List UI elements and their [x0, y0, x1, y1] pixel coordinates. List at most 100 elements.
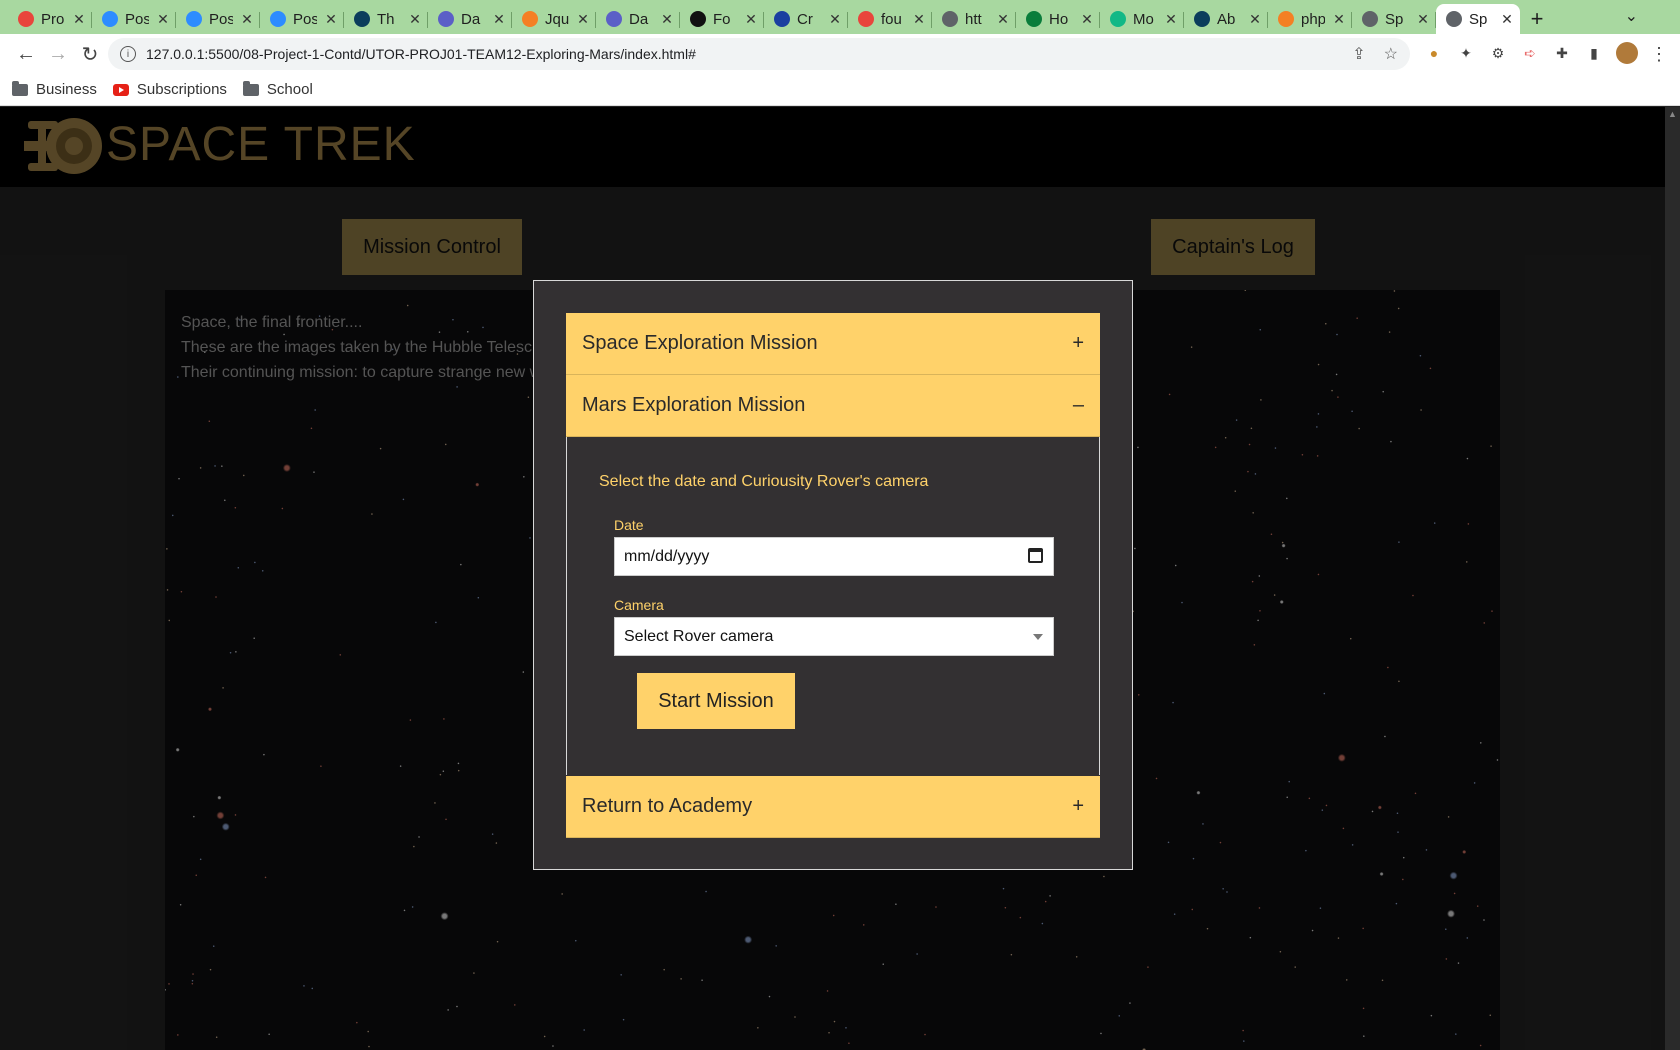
- camera-select[interactable]: Select Rover camera: [614, 617, 1054, 656]
- tab-search-chevron-icon[interactable]: ⌄: [1625, 6, 1638, 26]
- close-tab-icon[interactable]: ✕: [156, 11, 170, 28]
- start-mission-button[interactable]: Start Mission: [637, 673, 795, 729]
- accordion-header[interactable]: Mars Exploration Mission –: [566, 375, 1100, 437]
- bookmark-star-icon[interactable]: ☆: [1384, 44, 1398, 64]
- browser-tab[interactable]: Pos ✕: [260, 4, 344, 34]
- gnome-extension-icon[interactable]: ✦: [1456, 43, 1476, 63]
- date-label: Date: [614, 517, 644, 533]
- globe-icon: [606, 11, 622, 27]
- date-input[interactable]: mm/dd/yyyy: [614, 537, 1054, 576]
- arrow-extension-icon[interactable]: ➪: [1520, 43, 1540, 63]
- folder-icon: [12, 80, 28, 96]
- address-url[interactable]: 127.0.0.1:5500/08-Project-1-Contd/UTOR-P…: [146, 46, 696, 62]
- browser-menu-icon[interactable]: ⋮: [1650, 44, 1668, 65]
- close-tab-icon[interactable]: ✕: [1416, 11, 1430, 28]
- scroll-up-arrow-icon[interactable]: ▲: [1668, 109, 1677, 119]
- browser-tab[interactable]: Pos ✕: [92, 4, 176, 34]
- camera-selected-value: Select Rover camera: [624, 627, 774, 645]
- accordion-header[interactable]: Return to Academy +: [566, 776, 1100, 838]
- codepen-icon: [690, 11, 706, 27]
- f-icon: [1194, 11, 1210, 27]
- tab-title: Ho: [1049, 10, 1069, 28]
- close-tab-icon[interactable]: ✕: [1080, 11, 1094, 28]
- folder-icon: [242, 80, 259, 96]
- close-tab-icon[interactable]: ✕: [912, 11, 926, 28]
- leaf-icon: [1110, 11, 1126, 27]
- close-tab-icon[interactable]: ✕: [240, 11, 254, 28]
- close-tab-icon[interactable]: ✕: [576, 11, 590, 28]
- globe-icon: [438, 11, 454, 27]
- close-tab-icon[interactable]: ✕: [72, 11, 86, 28]
- cookie-extension-icon[interactable]: ●: [1424, 43, 1444, 63]
- bookmark-label: Business: [36, 81, 97, 98]
- close-tab-icon[interactable]: ✕: [1248, 11, 1262, 28]
- accordion-header[interactable]: Space Exploration Mission +: [566, 313, 1100, 375]
- browser-tab[interactable]: fou ✕: [848, 4, 932, 34]
- collapse-minus-icon[interactable]: –: [1073, 394, 1084, 417]
- browser-tab[interactable]: Sp ✕: [1352, 4, 1436, 34]
- calendar-icon[interactable]: [1028, 548, 1043, 563]
- close-tab-icon[interactable]: ✕: [1332, 11, 1346, 28]
- forward-arrow-icon[interactable]: →: [42, 38, 74, 70]
- tab-title: Da: [629, 10, 649, 28]
- close-tab-icon[interactable]: ✕: [1500, 11, 1514, 28]
- bookmark-label: Subscriptions: [136, 81, 227, 98]
- browser-tab[interactable]: Ho ✕: [1016, 4, 1100, 34]
- tab-title: Th: [377, 10, 395, 28]
- bookmark-school[interactable]: School: [242, 80, 313, 98]
- tab-title: Cr: [797, 10, 813, 28]
- close-tab-icon[interactable]: ✕: [744, 11, 758, 28]
- bookmark-business[interactable]: Business: [12, 80, 97, 98]
- browser-tab[interactable]: Jqu ✕: [512, 4, 596, 34]
- extensions-area: ● ✦ ⚙ ➪ ✚ ▮: [1424, 42, 1638, 64]
- close-tab-icon[interactable]: ✕: [996, 11, 1010, 28]
- page-viewport: SPACE TREK Mission Control Captain's Log…: [0, 107, 1680, 1050]
- browser-tab[interactable]: Mo ✕: [1100, 4, 1184, 34]
- browser-tab[interactable]: Cr ✕: [764, 4, 848, 34]
- zoom-icon: [186, 11, 202, 27]
- page-scrollbar[interactable]: ▲: [1665, 107, 1680, 1050]
- close-tab-icon[interactable]: ✕: [408, 11, 422, 28]
- browser-tab[interactable]: Ab ✕: [1184, 4, 1268, 34]
- close-tab-icon[interactable]: ✕: [828, 11, 842, 28]
- youtube-icon: [112, 83, 129, 96]
- accordion-space-exploration[interactable]: Space Exploration Mission +: [566, 313, 1100, 375]
- browser-tab[interactable]: htt ✕: [932, 4, 1016, 34]
- tab-title: Fo: [713, 10, 731, 28]
- tab-title: Ab: [1217, 10, 1236, 28]
- expand-plus-icon[interactable]: +: [1072, 795, 1084, 818]
- browser-tab[interactable]: Da ✕: [596, 4, 680, 34]
- accordion-return-to-academy[interactable]: Return to Academy +: [566, 776, 1100, 838]
- browser-tab[interactable]: Pos ✕: [176, 4, 260, 34]
- site-info-icon[interactable]: i: [120, 46, 136, 62]
- accordion-mars-exploration[interactable]: Mars Exploration Mission – Select the da…: [566, 375, 1100, 775]
- browser-tab[interactable]: Pro ✕: [8, 4, 92, 34]
- browser-tab[interactable]: Fo ✕: [680, 4, 764, 34]
- tab-title: Sp: [1385, 10, 1404, 28]
- browser-tab[interactable]: Sp ✕: [1436, 4, 1520, 34]
- profile-avatar[interactable]: [1616, 42, 1638, 64]
- accordion-title: Return to Academy: [582, 795, 753, 817]
- browser-tab[interactable]: Th ✕: [344, 4, 428, 34]
- share-icon[interactable]: ⇪: [1352, 44, 1365, 64]
- tab-title: php: [1301, 10, 1325, 28]
- back-arrow-icon[interactable]: ←: [10, 38, 42, 70]
- globe-icon: [942, 11, 958, 27]
- browser-tab[interactable]: php ✕: [1268, 4, 1352, 34]
- reload-icon[interactable]: ↻: [74, 38, 106, 70]
- close-tab-icon[interactable]: ✕: [1164, 11, 1178, 28]
- expand-plus-icon[interactable]: +: [1072, 332, 1084, 355]
- close-tab-icon[interactable]: ✕: [324, 11, 338, 28]
- close-tab-icon[interactable]: ✕: [492, 11, 506, 28]
- close-tab-icon[interactable]: ✕: [660, 11, 674, 28]
- gear-extension-icon[interactable]: ⚙: [1488, 43, 1508, 63]
- address-bar[interactable]: i 127.0.0.1:5500/08-Project-1-Contd/UTOR…: [108, 38, 1410, 70]
- stack-icon: [522, 11, 538, 27]
- new-tab-button[interactable]: +: [1520, 4, 1554, 34]
- tab-title: Pro: [41, 10, 65, 28]
- bookmark-subscriptions[interactable]: Subscriptions: [112, 81, 227, 98]
- zoom-icon: [102, 11, 118, 27]
- browser-tab[interactable]: Da ✕: [428, 4, 512, 34]
- side-panel-icon[interactable]: ▮: [1584, 43, 1604, 63]
- puzzle-extensions-icon[interactable]: ✚: [1552, 43, 1572, 63]
